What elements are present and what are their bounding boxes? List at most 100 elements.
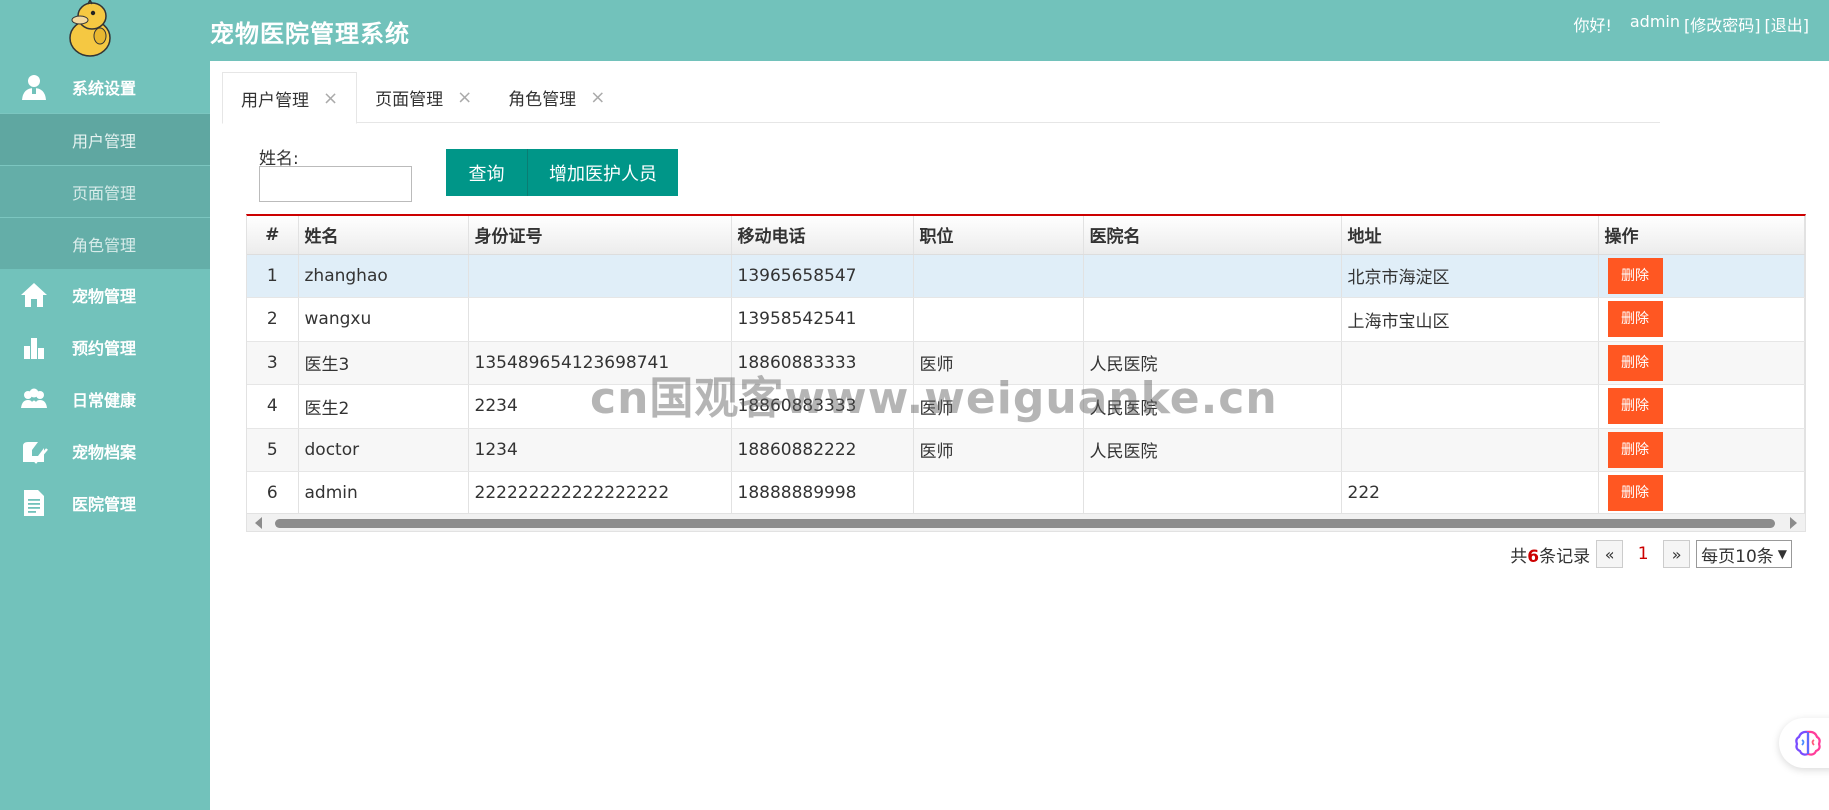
- change-password-link[interactable]: [修改密码]: [1684, 12, 1761, 36]
- sidebar-item-appointment-management[interactable]: 预约管理: [0, 321, 210, 373]
- cell-hospital: 人民医院: [1083, 384, 1342, 429]
- cell-id-number: 135489654123698741: [468, 341, 732, 385]
- add-medical-staff-button[interactable]: 增加医护人员: [528, 149, 678, 196]
- sidebar-item-label: 系统设置: [72, 79, 137, 98]
- cell-address: [1341, 384, 1599, 429]
- cell-hospital: [1083, 254, 1342, 298]
- sidebar-item-label: 宠物档案: [72, 443, 137, 462]
- cell-name: 医生2: [298, 384, 469, 429]
- delete-button[interactable]: 删除: [1607, 431, 1663, 468]
- cell-id-number: [468, 297, 732, 342]
- cell-id-number: 2234: [468, 384, 732, 429]
- sidebar-item-label: 宠物管理: [72, 287, 137, 306]
- action-button-group: 查询 增加医护人员: [446, 149, 678, 196]
- delete-button[interactable]: 删除: [1607, 301, 1663, 338]
- name-search-input[interactable]: [259, 166, 412, 202]
- sidebar-subitem-role-management[interactable]: 角色管理: [0, 217, 210, 269]
- cell-position: 医师: [913, 341, 1084, 385]
- app-header: 宠物医院管理系统 你好! admin [修改密码] [退出]: [0, 0, 1829, 61]
- user-settings-icon: [22, 75, 46, 100]
- table-row[interactable]: 6 admin 222222222222222222 18888889998 2…: [247, 471, 1805, 516]
- sidebar-item-pet-records[interactable]: 宠物档案: [0, 425, 210, 477]
- scroll-right-arrow-icon[interactable]: [1790, 517, 1797, 529]
- table-row[interactable]: 3 医生3 135489654123698741 18860883333 医师 …: [247, 341, 1805, 385]
- row-number: 2: [247, 297, 299, 342]
- people-icon: [21, 388, 47, 408]
- cell-position: [913, 254, 1084, 298]
- cell-hospital: 人民医院: [1083, 428, 1342, 472]
- close-icon[interactable]: ×: [590, 87, 605, 108]
- cell-hospital: [1083, 297, 1342, 342]
- table-row[interactable]: 2 wangxu 13958542541 上海市宝山区 删除: [247, 297, 1805, 342]
- duck-logo-icon: [69, 0, 111, 57]
- delete-button[interactable]: 删除: [1607, 344, 1663, 381]
- table-row[interactable]: 4 医生2 2234 18860883333 医师 人民医院 删除: [247, 384, 1805, 429]
- cell-id-number: [468, 254, 732, 298]
- query-button[interactable]: 查询: [446, 149, 528, 196]
- cell-address: 北京市海淀区: [1341, 254, 1599, 298]
- tab-page-management[interactable]: 页面管理 ×: [357, 72, 490, 123]
- bar-chart-icon: [24, 338, 44, 359]
- cell-action: 删除: [1598, 341, 1805, 385]
- sidebar-subitem-page-management[interactable]: 页面管理: [0, 165, 210, 217]
- cell-phone: 18860882222: [731, 428, 914, 472]
- tab-user-management[interactable]: 用户管理 ×: [222, 72, 358, 124]
- user-table: # 姓名 身份证号 移动电话 职位 医院名 地址 操作 1 zhanghao 1…: [247, 216, 1805, 516]
- delete-button[interactable]: 删除: [1607, 257, 1663, 294]
- current-page[interactable]: 1: [1629, 544, 1657, 564]
- row-number: 3: [247, 341, 299, 385]
- sidebar-item-system-settings[interactable]: 系统设置: [0, 61, 210, 113]
- cell-phone: 13958542541: [731, 297, 914, 342]
- delete-button[interactable]: 删除: [1607, 388, 1663, 425]
- prev-page-button[interactable]: «: [1596, 540, 1624, 568]
- column-header: 操作: [1598, 216, 1805, 255]
- home-icon: [21, 283, 47, 307]
- floating-assistant-button[interactable]: [1779, 718, 1829, 768]
- close-icon[interactable]: ×: [457, 87, 472, 108]
- tab-role-management[interactable]: 角色管理 ×: [490, 72, 623, 123]
- sidebar-item-daily-health[interactable]: 日常健康: [0, 373, 210, 425]
- tab-label: 角色管理: [508, 90, 577, 110]
- row-number: 1: [247, 254, 299, 298]
- brain-icon: [1795, 730, 1821, 756]
- cell-phone: 18860883333: [731, 384, 914, 429]
- cell-name: wangxu: [298, 297, 469, 342]
- column-header: 身份证号: [468, 216, 732, 255]
- cell-id-number: 222222222222222222: [468, 471, 732, 516]
- sidebar-item-pet-management[interactable]: 宠物管理: [0, 269, 210, 321]
- sidebar-subitem-user-management[interactable]: 用户管理: [0, 113, 210, 165]
- tab-label: 用户管理: [241, 90, 309, 111]
- next-page-button[interactable]: »: [1663, 540, 1691, 568]
- column-header: 姓名: [298, 216, 469, 255]
- tab-bar: 用户管理 × 页面管理 × 角色管理 ×: [222, 72, 1660, 124]
- cell-address: 上海市宝山区: [1341, 297, 1599, 342]
- cell-name: doctor: [298, 428, 469, 472]
- column-header: 医院名: [1083, 216, 1342, 255]
- scroll-left-arrow-icon[interactable]: [255, 517, 262, 529]
- delete-button[interactable]: 删除: [1607, 475, 1663, 512]
- pagination: 共6条记录 « 1 » 每页10条 ▼: [1510, 539, 1792, 569]
- table-row[interactable]: 1 zhanghao 13965658547 北京市海淀区 删除: [247, 254, 1805, 298]
- close-icon[interactable]: ×: [323, 88, 338, 109]
- cell-action: 删除: [1598, 471, 1805, 516]
- cell-position: [913, 471, 1084, 516]
- cell-action: 删除: [1598, 297, 1805, 342]
- scrollbar-thumb[interactable]: [275, 519, 1775, 528]
- table-header-row: # 姓名 身份证号 移动电话 职位 医院名 地址 操作: [247, 216, 1805, 255]
- cell-name: admin: [298, 471, 469, 516]
- cell-position: 医师: [913, 384, 1084, 429]
- page-size-select[interactable]: 每页10条 ▼: [1696, 540, 1792, 568]
- pagination-suffix: 条记录: [1539, 546, 1591, 567]
- cell-address: [1341, 341, 1599, 385]
- horizontal-scrollbar[interactable]: [247, 513, 1805, 531]
- table-row[interactable]: 5 doctor 1234 18860882222 医师 人民医院 删除: [247, 428, 1805, 472]
- logout-link[interactable]: [退出]: [1765, 12, 1810, 36]
- cell-phone: 18860883333: [731, 341, 914, 385]
- column-header: 职位: [913, 216, 1084, 255]
- cell-action: 删除: [1598, 254, 1805, 298]
- cell-position: [913, 297, 1084, 342]
- cell-phone: 13965658547: [731, 254, 914, 298]
- sidebar: 系统设置 用户管理 页面管理 角色管理 宠物管理 预约管理 日常健康 宠物档案: [0, 61, 210, 810]
- sidebar-item-label: 日常健康: [72, 391, 137, 410]
- sidebar-item-hospital-management[interactable]: 医院管理: [0, 477, 210, 529]
